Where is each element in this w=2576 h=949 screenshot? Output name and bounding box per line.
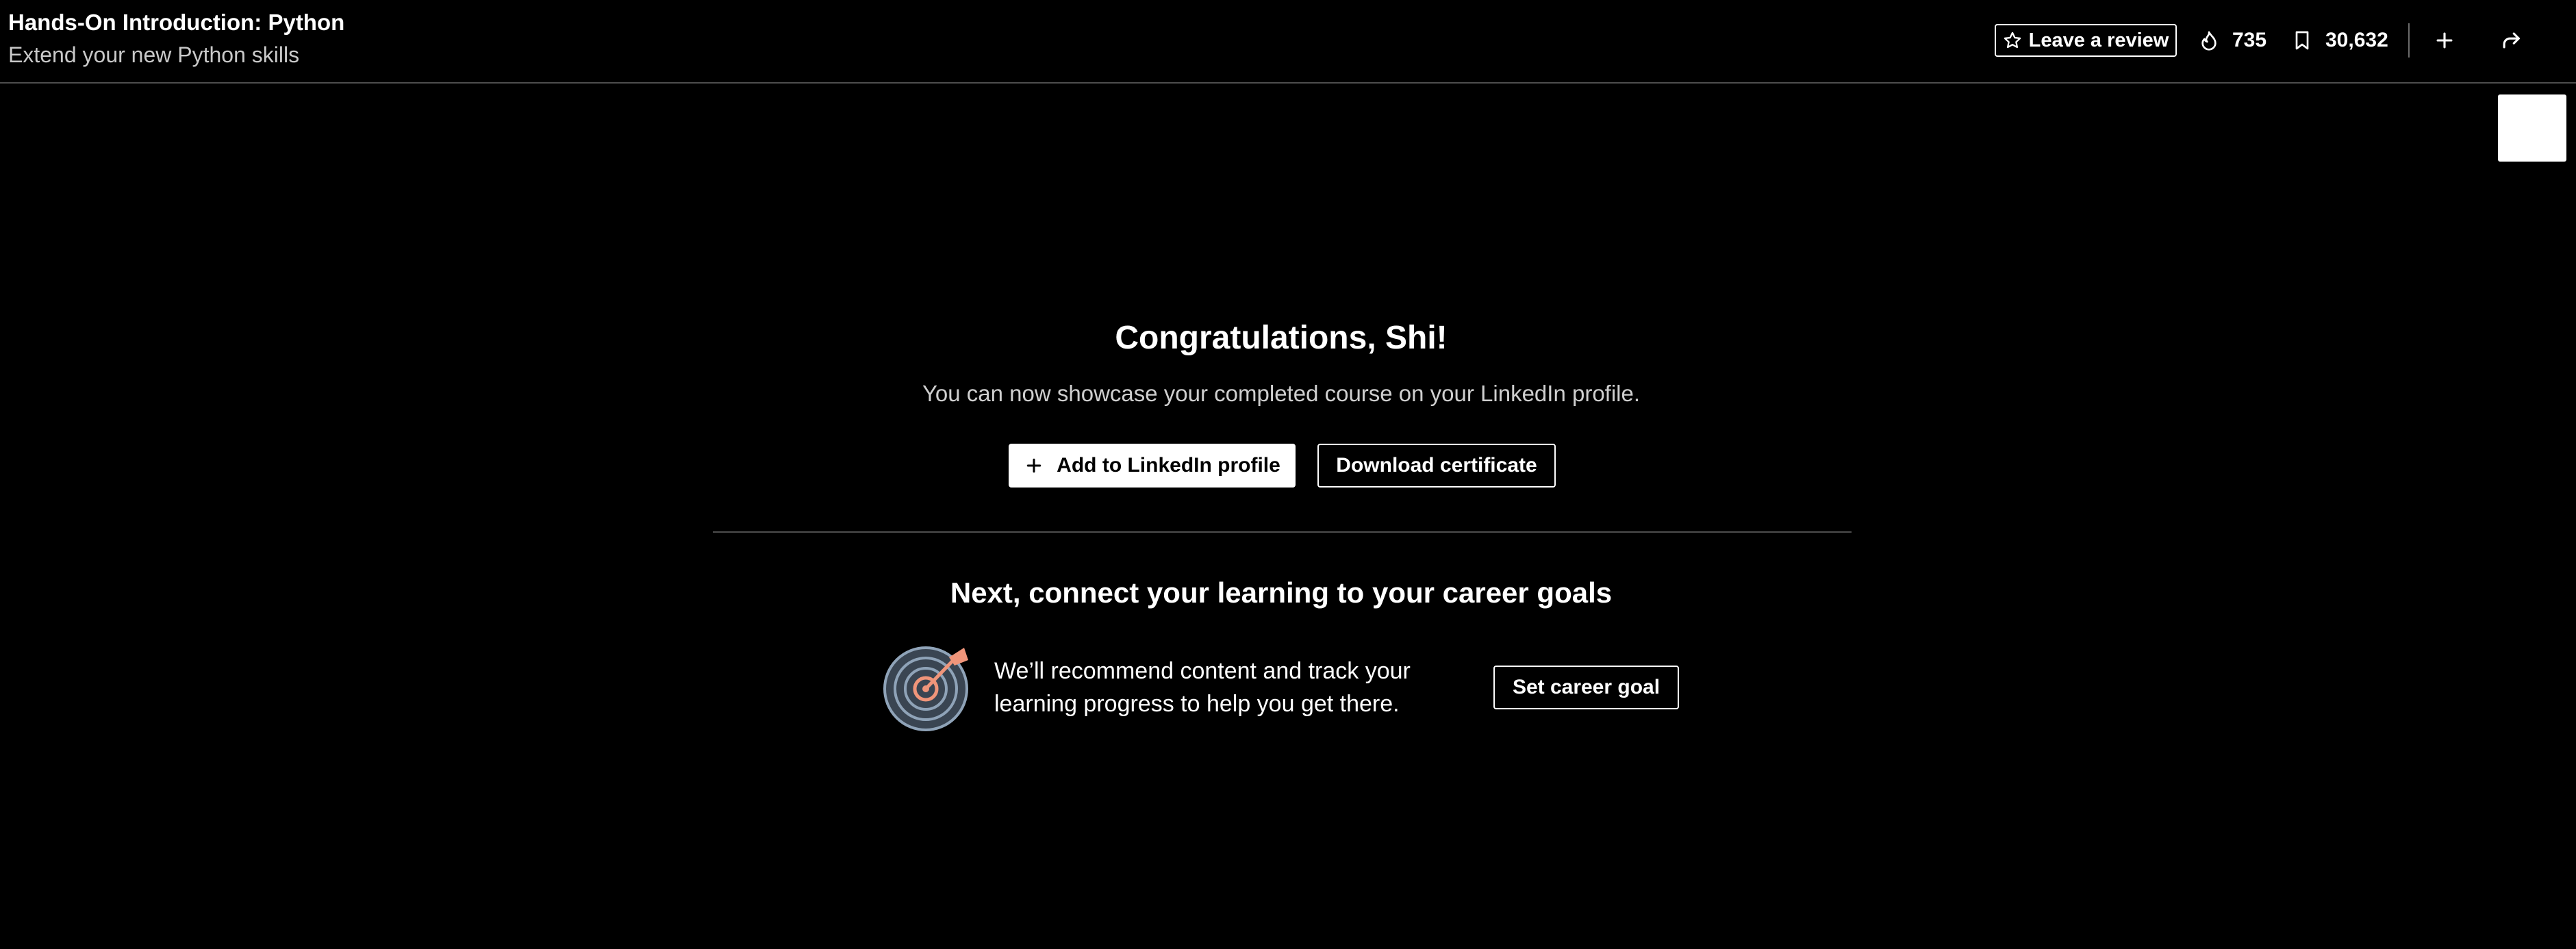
leave-review-button[interactable]: Leave a review (1995, 24, 2177, 57)
leave-review-label: Leave a review (2028, 29, 2169, 51)
header-divider (2408, 23, 2410, 58)
bookmark-icon (2295, 31, 2309, 50)
plus-icon (1026, 458, 1041, 473)
overlay-panel (2498, 94, 2566, 162)
set-career-goal-button[interactable]: Set career goal (1493, 666, 1679, 709)
showcase-message: You can now showcase your completed cour… (922, 381, 1641, 406)
star-icon (2004, 31, 2021, 49)
share-button[interactable] (2491, 21, 2531, 60)
likes-count: 735 (2232, 29, 2267, 51)
course-header: Hands-On Introduction: Python Extend you… (0, 0, 2576, 84)
target-icon (883, 646, 968, 731)
congratulations-heading: Congratulations, Shi! (1115, 320, 1448, 356)
course-subtitle: Extend your new Python skills (8, 42, 300, 67)
plus-icon (2436, 32, 2453, 49)
add-to-linkedin-profile-button[interactable]: Add to LinkedIn profile (1009, 444, 1296, 488)
saves-count: 30,632 (2325, 29, 2388, 51)
section-divider (713, 531, 1852, 533)
add-button[interactable] (2425, 21, 2464, 60)
download-certificate-button[interactable]: Download certificate (1317, 444, 1556, 488)
like-button[interactable]: 735 (2198, 25, 2266, 56)
add-to-linkedin-profile-label: Add to LinkedIn profile (1057, 454, 1280, 477)
like-icon (2201, 31, 2217, 51)
save-button[interactable]: 30,632 (2291, 25, 2388, 56)
course-title: Hands-On Introduction: Python (8, 10, 345, 35)
share-icon (2503, 32, 2520, 49)
career-goal-description: We’ll recommend content and track your l… (994, 658, 1411, 717)
career-goals-heading: Next, connect your learning to your care… (950, 577, 1613, 609)
